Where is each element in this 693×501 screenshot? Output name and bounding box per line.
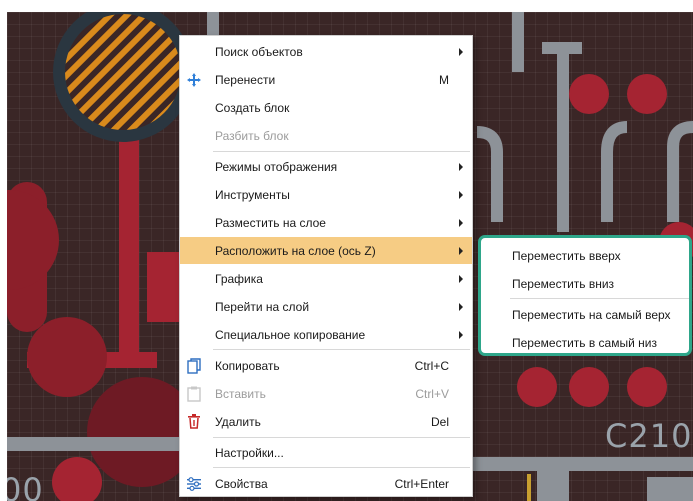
move-icon [186, 72, 202, 88]
menu-item-delete[interactable]: Удалить Del [180, 408, 472, 435]
pcb-trace [512, 12, 524, 72]
pcb-trace [476, 126, 503, 222]
submenu-arrow-icon [459, 303, 463, 311]
pcb-pad [7, 190, 59, 290]
menu-separator [213, 151, 470, 152]
z-order-submenu: Переместить вверх Переместить вниз Перем… [478, 235, 692, 356]
menu-item-move[interactable]: Перенести M [180, 66, 472, 93]
pcb-pad [27, 317, 107, 397]
pcb-trace [473, 457, 693, 471]
menu-item-tools[interactable]: Инструменты [180, 181, 472, 208]
submenu-arrow-icon [459, 331, 463, 339]
pcb-pad [569, 74, 609, 114]
designator-label-partial: 00 [7, 471, 44, 501]
submenu-arrow-icon [459, 163, 463, 171]
pcb-trace [119, 132, 139, 352]
submenu-arrow-icon [459, 247, 463, 255]
pcb-pad [569, 367, 609, 407]
pcb-trace [647, 477, 693, 501]
menu-item-go-to-layer[interactable]: Перейти на слой [180, 293, 472, 320]
pcb-pad [627, 74, 667, 114]
menu-item-arrange-z-order[interactable]: Расположить на слое (ось Z) [180, 237, 472, 264]
pcb-trace [667, 121, 693, 222]
menu-item-graphics[interactable]: Графика [180, 265, 472, 292]
menu-item-paste: Вставить Ctrl+V [180, 380, 472, 407]
menu-separator [213, 437, 470, 438]
pcb-pad [65, 14, 181, 130]
menu-item-special-copy[interactable]: Специальное копирование [180, 321, 472, 348]
submenu-item-move-up[interactable]: Переместить вверх [481, 242, 689, 269]
menu-item-place-on-layer[interactable]: Разместить на слое [180, 209, 472, 236]
context-menu: Поиск объектов Перенести M Создать блок … [179, 35, 473, 497]
submenu-item-move-down[interactable]: Переместить вниз [481, 270, 689, 297]
pcb-pad [627, 367, 667, 407]
pcb-trace [601, 121, 628, 222]
menu-item-break-block: Разбить блок [215, 128, 289, 143]
pcb-trace [537, 471, 569, 501]
submenu-separator [510, 298, 689, 299]
menu-item-display-modes[interactable]: Режимы отображения [180, 153, 472, 180]
submenu-item-send-to-back[interactable]: Переместить в самый низ [481, 329, 689, 356]
submenu-arrow-icon [459, 191, 463, 199]
menu-item-create-block[interactable]: Создать блок [180, 94, 472, 121]
pcb-trace [7, 437, 179, 451]
menu-item-properties[interactable]: Свойства Ctrl+Enter [180, 470, 472, 497]
menu-item-settings[interactable]: Настройки... [180, 439, 472, 466]
submenu-item-bring-to-front[interactable]: Переместить на самый верх [481, 301, 689, 328]
submenu-arrow-icon [459, 219, 463, 227]
menu-separator [213, 467, 470, 468]
pcb-trace [542, 42, 582, 54]
trash-icon [186, 414, 202, 430]
pcb-outline [527, 474, 531, 501]
menu-item-find-objects[interactable]: Поиск объектов [180, 38, 472, 65]
pcb-trace [557, 42, 569, 232]
paste-icon [186, 386, 202, 402]
designator-label: C210 [605, 417, 693, 455]
menu-item-copy[interactable]: Копировать Ctrl+C [180, 352, 472, 379]
pcb-pad [517, 367, 557, 407]
copy-icon [186, 357, 202, 374]
pcb-pad [52, 457, 102, 501]
properties-icon [186, 476, 202, 492]
menu-separator [213, 349, 470, 350]
submenu-arrow-icon [459, 275, 463, 283]
submenu-arrow-icon [459, 48, 463, 56]
